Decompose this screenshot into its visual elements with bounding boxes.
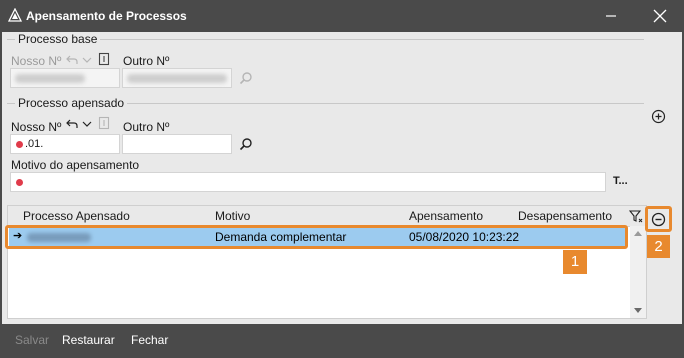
processo-base-title: Processo base — [15, 32, 101, 46]
column-processo-apensado[interactable]: Processo Apensado — [23, 209, 130, 223]
annotation-badge-2: 2 — [647, 235, 670, 258]
base-nosso-field — [10, 68, 120, 88]
search-icon — [239, 138, 252, 151]
dropdown-button[interactable] — [81, 118, 93, 130]
minimize-button[interactable] — [596, 4, 626, 28]
processo-base-group: Processo base — [7, 32, 644, 46]
vertical-scrollbar[interactable] — [630, 226, 646, 318]
undo-icon — [66, 54, 78, 66]
fechar-button[interactable]: Fechar — [131, 333, 168, 347]
dialog-body: Processo base Nosso Nº Outro Nº Processo… — [2, 32, 682, 324]
apensado-nosso-value: .01. — [25, 138, 44, 150]
chevron-down-icon — [81, 54, 93, 66]
base-outro-label: Outro Nº — [123, 54, 170, 68]
apensado-nosso-label: Nosso Nº — [11, 120, 62, 134]
column-desapensamento[interactable]: Desapensamento — [518, 209, 612, 223]
apensado-nosso-input[interactable]: .01. — [10, 134, 120, 154]
remove-button[interactable] — [649, 211, 667, 227]
scroll-up-icon — [634, 231, 642, 236]
annotation-badge-1: 1 — [563, 250, 587, 274]
required-indicator — [16, 179, 23, 186]
search-icon — [238, 70, 254, 86]
app-logo-icon — [8, 8, 22, 22]
required-indicator — [16, 141, 23, 148]
apensos-grid: Processo Apensado Motivo Apensamento Des… — [7, 205, 647, 319]
apensado-outro-label: Outro Nº — [123, 120, 170, 134]
close-button[interactable] — [645, 4, 675, 28]
salvar-button[interactable]: Salvar — [15, 333, 49, 347]
search-button[interactable] — [238, 136, 254, 152]
minimize-icon — [606, 15, 616, 17]
add-button[interactable] — [650, 108, 666, 124]
window-title: Apensamento de Processos — [26, 9, 187, 23]
base-nosso-label: Nosso Nº — [11, 54, 62, 68]
highlight-box-1 — [5, 225, 628, 249]
column-apensamento[interactable]: Apensamento — [409, 209, 483, 223]
motivo-label: Motivo do apensamento — [11, 158, 140, 172]
undo-button[interactable] — [66, 118, 78, 130]
scroll-down-icon — [634, 308, 642, 313]
undo-icon — [66, 119, 78, 128]
close-icon — [653, 9, 667, 23]
filter-button[interactable] — [628, 208, 644, 224]
processo-apensado-title: Processo apensado — [15, 96, 128, 110]
footer-bar: Salvar Restaurar Fechar — [0, 324, 684, 358]
title-bar: Apensamento de Processos — [0, 0, 684, 32]
text-editor-button[interactable]: T... — [613, 175, 628, 187]
apensado-outro-input[interactable] — [122, 134, 232, 154]
document-icon — [98, 52, 110, 66]
restaurar-button[interactable]: Restaurar — [62, 333, 115, 347]
minus-circle-icon — [651, 212, 665, 226]
plus-circle-icon — [651, 109, 665, 123]
document-icon — [98, 116, 110, 130]
chevron-down-icon — [82, 121, 92, 127]
motivo-input[interactable] — [10, 172, 606, 192]
filter-icon — [629, 210, 643, 223]
processo-apensado-group: Processo apensado — [7, 96, 644, 110]
grid-header: Processo Apensado Motivo Apensamento Des… — [8, 206, 646, 227]
base-outro-field — [122, 68, 232, 88]
column-motivo[interactable]: Motivo — [215, 209, 250, 223]
